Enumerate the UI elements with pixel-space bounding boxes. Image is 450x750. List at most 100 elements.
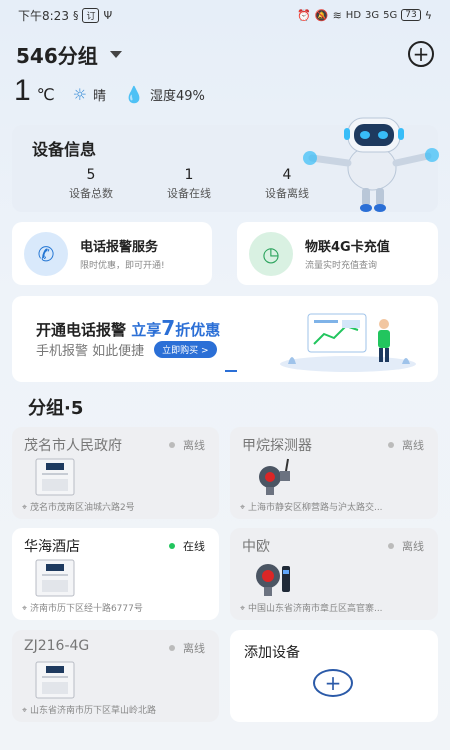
device-card[interactable]: 华海酒店 在线 ⌖ 济南市历下区经十路6777号 xyxy=(12,528,219,620)
location-pin-icon: ⌖ xyxy=(22,706,28,716)
humidity-label: 湿度49% xyxy=(149,89,205,104)
buy-now-button[interactable]: 立即购买 > xyxy=(154,341,217,358)
status-label: 离线 xyxy=(402,439,424,452)
phone-alarm-service-card[interactable]: ✆ 电话报警服务 限时优惠，即可开通! xyxy=(12,222,212,285)
weather-condition-label: 晴 xyxy=(93,89,107,104)
gas-controller-icon xyxy=(35,661,75,699)
stat-label: 设备总数 xyxy=(69,187,113,200)
signal-5g: 5G xyxy=(383,9,398,21)
device-status: 在线 xyxy=(169,538,205,554)
status-time: 下午8:23 xyxy=(18,8,69,23)
status-label: 离线 xyxy=(183,642,205,655)
charging-icon: ϟ xyxy=(424,8,432,22)
device-address: ⌖ 中国山东省济南市章丘区高官寨... xyxy=(240,601,430,614)
location-pin-icon: ⌖ xyxy=(22,503,28,513)
device-name: 华海酒店 xyxy=(24,539,80,555)
notification-badge-icon: 订 xyxy=(82,7,100,23)
status-label: 在线 xyxy=(183,540,205,553)
device-card[interactable]: ZJ216-4G 离线 ⌖ 山东省济南市历下区草山岭北路 xyxy=(12,630,219,722)
status-dot xyxy=(169,543,175,549)
chevron-down-icon[interactable] xyxy=(109,50,122,58)
plus-icon: + xyxy=(412,42,430,66)
gas-detector-icon xyxy=(256,564,290,596)
status-dot xyxy=(169,645,175,651)
add-device-card[interactable]: 添加设备 + xyxy=(230,630,438,722)
temperature-unit: ℃ xyxy=(36,85,55,104)
service-title: 物联4G卡充值 xyxy=(305,240,390,255)
status-dot xyxy=(169,442,175,448)
status-label: 离线 xyxy=(402,540,424,553)
robot-mascot-icon xyxy=(303,117,439,212)
phone-icon: ✆ xyxy=(24,231,68,276)
sun-icon: ☼ xyxy=(72,85,87,104)
weather-row: 1 ℃ ☼ 晴 💧 湿度49% xyxy=(14,74,205,108)
stat-value: 5 xyxy=(86,167,96,183)
mute-icon: 🔕 xyxy=(314,8,329,22)
status-dot xyxy=(388,442,394,448)
battery-level: 73 xyxy=(401,9,421,21)
banner-text-a: 开通电话报警 xyxy=(36,321,127,339)
device-address-text: 济南市历下区经十路6777号 xyxy=(29,604,143,614)
signal-3g: 3G xyxy=(365,9,380,21)
promo-banner[interactable]: 开通电话报警 立享7折优惠 手机报警 如此便捷 立即购买 > xyxy=(12,296,438,382)
device-info-title: 设备信息 xyxy=(32,140,97,159)
stat-online: 1 设备在线 xyxy=(140,167,238,201)
device-address: ⌖ 茂名市茂南区油城六路2号 xyxy=(22,500,211,513)
device-name: 茂名市人民政府 xyxy=(24,438,122,454)
location-pin-icon: ⌖ xyxy=(240,604,246,614)
add-device-title: 添加设备 xyxy=(244,645,300,661)
header: 546分组 + xyxy=(16,38,434,70)
device-card[interactable]: 茂名市人民政府 离线 ⌖ 茂名市茂南区油城六路2号 xyxy=(12,427,219,519)
gas-controller-icon xyxy=(35,458,75,496)
banner-discount: 7 xyxy=(161,316,176,340)
status-dot xyxy=(388,543,394,549)
service-subtitle: 限时优惠，即可开通! xyxy=(80,261,165,271)
status-label: 离线 xyxy=(183,439,205,452)
humidity: 💧 湿度49% xyxy=(124,85,205,104)
banner-text-b: 立享 xyxy=(131,321,162,339)
stat-label: 设备在线 xyxy=(167,187,211,200)
device-status: 离线 xyxy=(169,640,205,656)
sim-recharge-card[interactable]: ◷ 物联4G卡充值 流量实时充值查询 xyxy=(237,222,438,285)
device-status: 离线 xyxy=(388,437,424,453)
device-address-text: 茂名市茂南区油城六路2号 xyxy=(29,503,135,513)
device-card[interactable]: 甲烷探测器 离线 ⌖ 上海市静安区柳营路与沪太路交... xyxy=(230,427,438,519)
banner-headline: 开通电话报警 立享7折优惠 xyxy=(36,316,220,340)
device-name: ZJ216-4G xyxy=(24,638,90,654)
stat-total: 5 设备总数 xyxy=(42,167,140,201)
stat-value: 1 xyxy=(184,167,194,183)
sync-icon: § xyxy=(72,8,79,22)
add-device-button[interactable]: + xyxy=(313,669,353,697)
clock-icon: ◷ xyxy=(249,231,293,276)
groups-title: 分组·5 xyxy=(28,398,84,419)
device-card[interactable]: 中欧 离线 ⌖ 中国山东省济南市章丘区高官寨... xyxy=(230,528,438,620)
device-address-text: 山东省济南市历下区草山岭北路 xyxy=(29,706,156,716)
alarm-icon: ⏰ xyxy=(297,8,311,22)
group-selector[interactable]: 546分组 xyxy=(16,40,98,69)
banner-subtext: 手机报警 如此便捷 xyxy=(36,344,145,359)
banner-subline: 手机报警 如此便捷 立即购买 > xyxy=(36,340,217,359)
banner-text-d: 折优惠 xyxy=(175,321,221,339)
water-drop-icon: 💧 xyxy=(124,85,144,104)
device-address-text: 上海市静安区柳营路与沪太路交... xyxy=(247,503,383,513)
wifi-icon: ≋ xyxy=(332,8,342,22)
device-stats: 5 设备总数 1 设备在线 4 设备离线 xyxy=(42,167,336,201)
carousel-indicator xyxy=(225,370,237,372)
status-bar: 下午8:23 § 订 Ψ ⏰ 🔕 ≋ HD 3G 5G 73 ϟ xyxy=(0,0,450,30)
device-name: 甲烷探测器 xyxy=(242,438,312,454)
banner-illustration-icon xyxy=(280,313,416,372)
device-address-text: 中国山东省济南市章丘区高官寨... xyxy=(247,604,383,614)
location-pin-icon: ⌖ xyxy=(240,503,246,513)
plus-icon: + xyxy=(324,671,342,695)
weather-condition: ☼ 晴 xyxy=(73,85,106,104)
network-hd: HD xyxy=(345,9,362,21)
device-address: ⌖ 上海市静安区柳营路与沪太路交... xyxy=(240,500,430,513)
add-button[interactable]: + xyxy=(408,41,434,67)
temperature-value: 1 xyxy=(14,74,31,107)
gas-detector-icon xyxy=(259,458,290,495)
device-address: ⌖ 济南市历下区经十路6777号 xyxy=(22,601,211,614)
device-status: 离线 xyxy=(169,437,205,453)
service-subtitle: 流量实时充值查询 xyxy=(305,261,378,271)
device-name: 中欧 xyxy=(242,539,270,555)
usb-icon: Ψ xyxy=(103,8,113,22)
